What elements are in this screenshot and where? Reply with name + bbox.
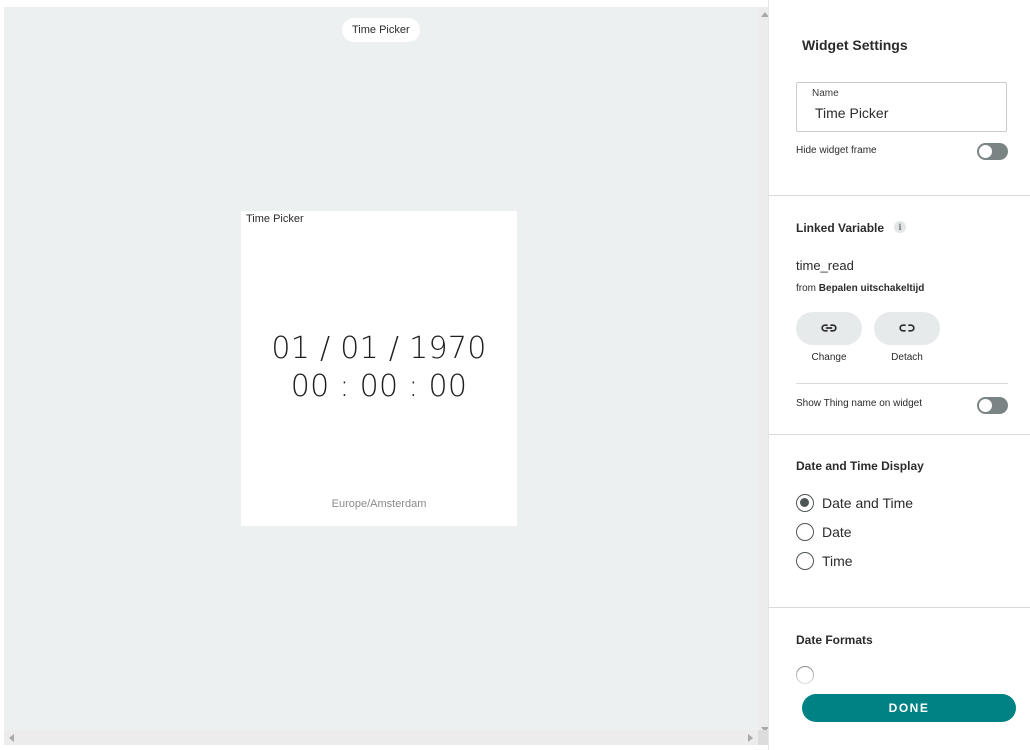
widget-title: Time Picker	[246, 213, 304, 225]
name-field[interactable]: Name Time Picker	[796, 82, 1007, 132]
linked-variable-title: Linked Variable	[796, 221, 885, 235]
detach-label[interactable]: Detach	[874, 352, 940, 363]
info-icon[interactable]: i	[894, 221, 906, 233]
linked-variable-name: time_read	[796, 258, 854, 273]
radio-label: Date and Time	[822, 495, 914, 511]
panel-title: Widget Settings	[802, 37, 908, 53]
unlink-icon	[899, 324, 915, 332]
name-field-label: Name	[812, 88, 839, 99]
date-formats-title: Date Formats	[796, 633, 873, 647]
section-divider	[769, 607, 1030, 608]
thing-name: Bepalen uitschakeltijd	[818, 283, 925, 294]
widget-timezone: Europe/Amsterdam	[331, 498, 427, 510]
done-button[interactable]: DONE	[802, 694, 1016, 722]
radio-unchecked-icon[interactable]	[796, 552, 814, 570]
hide-frame-toggle[interactable]	[977, 143, 1008, 160]
show-thing-name-toggle[interactable]	[977, 397, 1008, 414]
scroll-left-icon[interactable]	[9, 734, 14, 742]
change-variable-button[interactable]	[796, 312, 862, 345]
toggle-knob	[979, 145, 992, 158]
widget-date-value[interactable]: 01 / 01 / 1970	[241, 331, 517, 367]
radio-checked-icon[interactable]	[796, 494, 814, 512]
toggle-knob	[979, 399, 992, 412]
selected-widget-pill[interactable]: Time Picker	[342, 18, 420, 42]
radio-label: Date	[822, 524, 852, 540]
link-icon	[821, 324, 837, 332]
change-label[interactable]: Change	[796, 352, 862, 363]
radio-label: Time	[822, 553, 853, 569]
detach-variable-button[interactable]	[874, 312, 940, 345]
section-divider	[769, 434, 1030, 435]
widget-settings-panel: Widget Settings Name Time Picker Hide wi…	[768, 0, 1030, 750]
scroll-fade	[769, 662, 1030, 690]
time-picker-widget[interactable]: Time Picker 01 / 01 / 1970 00 : 00 : 00 …	[241, 211, 517, 526]
name-field-value[interactable]: Time Picker	[815, 105, 888, 121]
hide-frame-label: Hide widget frame	[796, 145, 877, 156]
section-divider	[769, 195, 1030, 196]
from-prefix: from	[796, 283, 816, 294]
display-section-title: Date and Time Display	[796, 459, 924, 473]
inner-divider	[796, 383, 1008, 384]
show-thing-name-label: Show Thing name on widget	[796, 398, 923, 409]
dashboard-canvas[interactable]: Time Picker Time Picker 01 / 01 / 1970 0…	[4, 7, 772, 745]
scroll-right-icon[interactable]	[748, 734, 753, 742]
linked-variable-source: from Bepalen uitschakeltijd	[796, 283, 924, 294]
widget-time-value[interactable]: 00 : 00 : 00	[241, 369, 517, 405]
horizontal-scrollbar[interactable]	[4, 730, 758, 745]
radio-unchecked-icon[interactable]	[796, 523, 814, 541]
